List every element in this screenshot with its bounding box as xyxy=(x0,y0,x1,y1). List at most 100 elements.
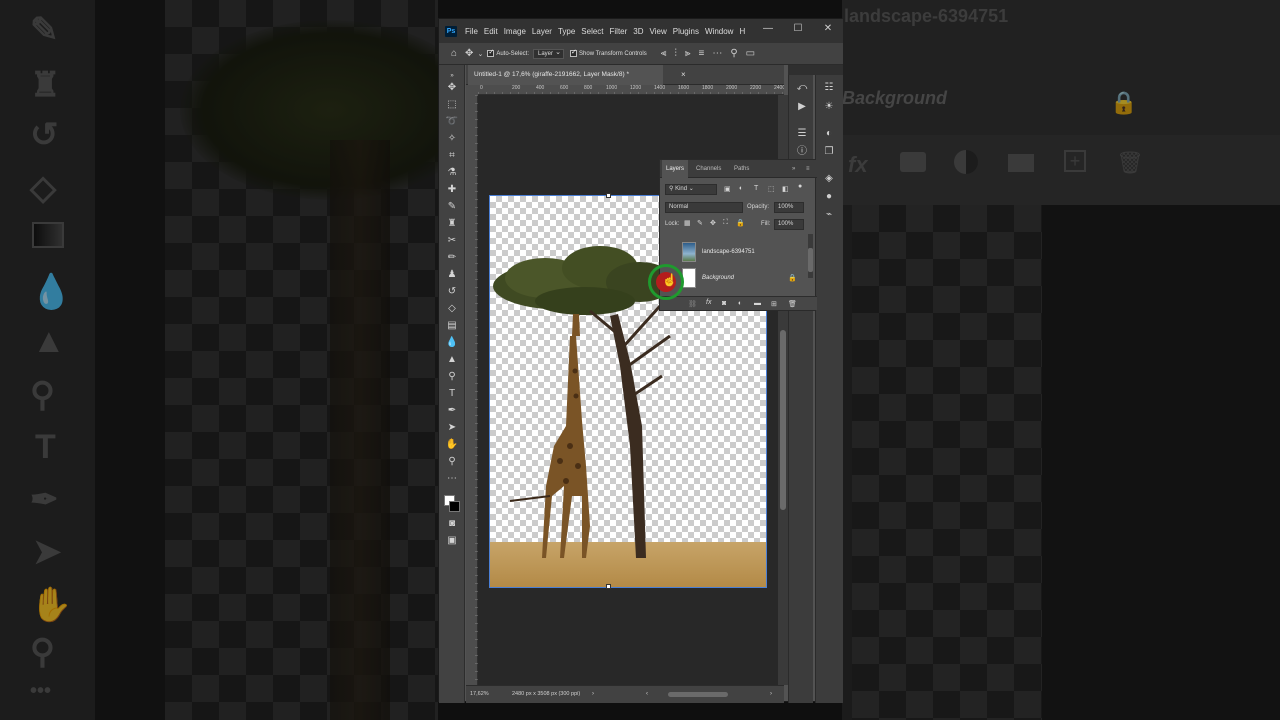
info-panel-icon[interactable]: ⓘ xyxy=(795,145,809,159)
layers-scroll-thumb[interactable] xyxy=(808,248,813,272)
tab-channels[interactable]: Channels xyxy=(696,160,721,178)
search-icon[interactable]: ⚲ xyxy=(730,48,737,59)
pencil-icon[interactable]: ✏ xyxy=(445,251,459,265)
crop-icon[interactable]: ⌗ xyxy=(445,149,459,163)
adjustment-layer-icon[interactable]: ◐ xyxy=(738,300,742,307)
menu-layer[interactable]: Layer xyxy=(529,27,555,36)
blur-tool-icon[interactable]: 💧 xyxy=(445,336,459,350)
quick-mask-icon[interactable]: ◙ xyxy=(445,517,459,531)
magic-wand-icon[interactable]: ✧ xyxy=(445,132,459,146)
brightness-panel-icon[interactable]: ☀ xyxy=(822,100,836,114)
workspace-icon[interactable]: ▭ xyxy=(746,48,755,59)
info-arrow-icon[interactable]: › xyxy=(592,686,594,702)
lasso-icon[interactable]: ➰ xyxy=(445,115,459,129)
shape-filter-icon[interactable]: ⬚ xyxy=(768,185,775,193)
scroll-thumb[interactable] xyxy=(780,330,786,510)
align-center-icon[interactable]: ⫶ xyxy=(674,48,677,59)
horizontal-scroll-thumb[interactable] xyxy=(668,692,728,697)
lock-pixels-icon[interactable]: ✎ xyxy=(697,219,703,227)
styles-panel-icon[interactable]: ❐ xyxy=(822,145,836,159)
scroll-right-icon[interactable]: › xyxy=(770,686,772,702)
document-tab[interactable]: Untitled-1 @ 17,6% (giraffe-2191662, Lay… xyxy=(468,65,663,85)
delete-layer-icon[interactable]: 🗑 xyxy=(788,300,797,308)
adjustments-panel-icon[interactable]: ◐ xyxy=(822,127,836,141)
type-filter-icon[interactable]: T xyxy=(754,185,758,192)
clone-icon[interactable]: ♟ xyxy=(445,268,459,282)
scissors-icon[interactable]: ✂ xyxy=(445,234,459,248)
smart-filter-icon[interactable]: ◧ xyxy=(782,185,789,193)
collapse-panel-icon[interactable]: » xyxy=(792,160,795,178)
screen-mode-icon[interactable]: ▣ xyxy=(445,534,459,548)
background-color[interactable] xyxy=(449,501,460,512)
layers-panel-icon[interactable]: ◈ xyxy=(822,172,836,186)
eraser-tool-icon[interactable]: ◇ xyxy=(445,302,459,316)
opacity-input[interactable]: 100% xyxy=(774,202,804,213)
gradient-tool-icon[interactable]: ▤ xyxy=(445,319,459,333)
menu-image[interactable]: Image xyxy=(501,27,529,36)
layer-name[interactable]: landscape-6394751 xyxy=(702,249,755,255)
actions-panel-icon[interactable]: ▶ xyxy=(795,100,809,114)
menu-filter[interactable]: Filter xyxy=(607,27,631,36)
healing-icon[interactable]: ✚ xyxy=(445,183,459,197)
dodge-tool-icon[interactable]: ⚲ xyxy=(445,370,459,384)
zoom-tool-icon[interactable]: ⚲ xyxy=(445,455,459,469)
filter-toggle-icon[interactable]: ● xyxy=(798,183,802,190)
type-tool-icon[interactable]: T xyxy=(445,387,459,401)
maximize-icon[interactable]: ☐ xyxy=(783,19,813,39)
edit-toolbar-icon[interactable]: ⋯ xyxy=(445,472,459,486)
hand-tool-icon[interactable]: ✋ xyxy=(445,438,459,452)
auto-select-checkbox[interactable] xyxy=(487,48,495,57)
lock-position-icon[interactable]: ✥ xyxy=(710,219,716,227)
move-tool-icon[interactable]: ✥ xyxy=(465,48,473,59)
menu-edit[interactable]: Edit xyxy=(481,27,501,36)
home-icon[interactable]: ⌂ xyxy=(451,48,457,59)
zoom-level[interactable]: 17,62% xyxy=(470,686,489,702)
menu-help[interactable]: H xyxy=(736,27,748,36)
transform-handle[interactable] xyxy=(606,584,611,589)
stamp-tool-icon[interactable]: ♜ xyxy=(445,217,459,231)
fill-input[interactable]: 100% xyxy=(774,219,804,230)
panel-menu-icon[interactable]: ≡ xyxy=(806,160,810,178)
transform-handle[interactable] xyxy=(606,193,611,198)
lock-artboard-icon[interactable]: ⛶ xyxy=(723,219,728,227)
scroll-left-icon[interactable]: ‹ xyxy=(646,686,648,702)
minimize-icon[interactable]: — xyxy=(753,19,783,39)
move-icon[interactable]: ✥ xyxy=(445,81,459,95)
menu-plugins[interactable]: Plugins xyxy=(670,27,702,36)
channels-panel-icon[interactable]: ● xyxy=(822,190,836,204)
libraries-panel-icon[interactable]: ☷ xyxy=(822,81,836,95)
layer-name[interactable]: Background xyxy=(702,275,734,281)
eyedropper-icon[interactable]: ⚗ xyxy=(445,166,459,180)
marquee-icon[interactable]: ⬚ xyxy=(445,98,459,112)
menu-3d[interactable]: 3D xyxy=(630,27,646,36)
menu-file[interactable]: File xyxy=(462,27,481,36)
menu-select[interactable]: Select xyxy=(578,27,606,36)
layer-row[interactable]: landscape-6394751 xyxy=(660,240,807,266)
new-layer-icon[interactable]: ⊞ xyxy=(771,300,777,308)
pixel-filter-icon[interactable]: ▣ xyxy=(724,185,731,193)
menu-type[interactable]: Type xyxy=(555,27,578,36)
properties-panel-icon[interactable]: ☰ xyxy=(795,127,809,141)
brush-tool-icon[interactable]: ✎ xyxy=(445,200,459,214)
menu-view[interactable]: View xyxy=(647,27,670,36)
distribute-icon[interactable]: ≡ xyxy=(699,48,705,59)
link-layers-icon[interactable]: ⛓ xyxy=(688,300,697,308)
tab-close-icon[interactable]: × xyxy=(681,65,686,85)
more-options-icon[interactable]: ⋯ xyxy=(712,48,722,59)
tab-paths[interactable]: Paths xyxy=(734,160,749,178)
kind-filter-dropdown[interactable]: ⚲ Kind ⌄ xyxy=(665,184,717,195)
path-tool-icon[interactable]: ➤ xyxy=(445,421,459,435)
add-mask-icon[interactable]: ◙ xyxy=(722,300,726,307)
paths-panel-icon[interactable]: ⌁ xyxy=(822,208,836,222)
history-icon[interactable]: ↺ xyxy=(445,285,459,299)
layers-scrollbar[interactable] xyxy=(808,234,813,278)
blend-mode-dropdown[interactable]: Normal xyxy=(665,202,743,213)
tab-layers[interactable]: Layers xyxy=(662,160,689,178)
chevron-down-icon[interactable]: ⌄ xyxy=(477,50,483,58)
sharpen-tool-icon[interactable]: ▲ xyxy=(445,353,459,367)
adjustment-filter-icon[interactable]: ◐ xyxy=(739,185,743,192)
lock-transparency-icon[interactable]: ▦ xyxy=(684,219,691,227)
auto-select-dropdown[interactable]: Layer xyxy=(533,48,565,59)
lock-all-icon[interactable]: 🔒 xyxy=(736,219,745,227)
close-icon[interactable]: ✕ xyxy=(813,19,843,39)
